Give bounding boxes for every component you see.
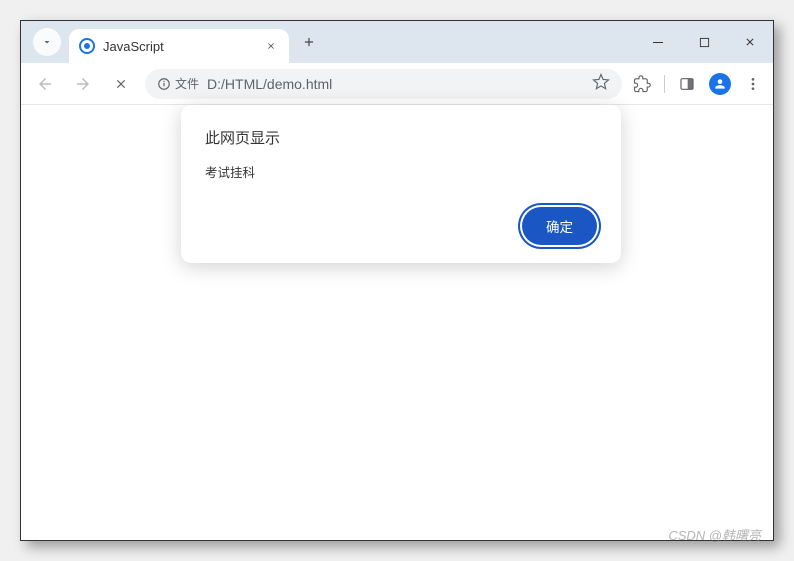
sidepanel-icon [679, 76, 695, 92]
minimize-button[interactable] [635, 21, 681, 63]
address-bar[interactable]: 文件 D:/HTML/demo.html [145, 69, 622, 99]
dots-vertical-icon [745, 76, 761, 92]
ok-button[interactable]: 确定 [522, 207, 597, 245]
sidepanel-button[interactable] [677, 74, 697, 94]
tab-title: JavaScript [103, 39, 255, 54]
back-button[interactable] [31, 70, 59, 98]
maximize-icon [699, 37, 710, 48]
info-icon [157, 77, 171, 91]
profile-button[interactable] [709, 73, 731, 95]
browser-window: JavaScript [20, 20, 774, 541]
new-tab-button[interactable] [295, 28, 323, 56]
forward-button[interactable] [69, 70, 97, 98]
close-icon [266, 41, 276, 51]
arrow-left-icon [36, 75, 54, 93]
bookmark-button[interactable] [592, 73, 610, 94]
menu-button[interactable] [743, 74, 763, 94]
stop-reload-button[interactable] [107, 70, 135, 98]
page-content: 此网页显示 考试挂科 确定 [21, 105, 773, 540]
star-icon [592, 73, 610, 91]
titlebar: JavaScript [21, 21, 773, 63]
tab-close-button[interactable] [263, 38, 279, 54]
alert-dialog: 此网页显示 考试挂科 确定 [181, 105, 621, 263]
browser-tab[interactable]: JavaScript [69, 29, 289, 63]
protocol-chip: 文件 [157, 75, 199, 92]
protocol-label: 文件 [175, 75, 199, 92]
close-window-button[interactable] [727, 21, 773, 63]
extensions-button[interactable] [632, 74, 652, 94]
dialog-message: 考试挂科 [205, 162, 597, 181]
maximize-button[interactable] [681, 21, 727, 63]
tab-search-button[interactable] [33, 28, 61, 56]
close-icon [114, 77, 128, 91]
close-icon [744, 36, 756, 48]
plus-icon [302, 35, 316, 49]
dialog-actions: 确定 [205, 207, 597, 245]
javascript-favicon-icon [79, 38, 95, 54]
arrow-right-icon [74, 75, 92, 93]
dialog-title: 此网页显示 [205, 127, 597, 148]
puzzle-icon [633, 75, 651, 93]
url-text: D:/HTML/demo.html [207, 76, 584, 92]
toolbar-right [632, 73, 763, 95]
window-controls [635, 21, 773, 63]
minimize-icon [652, 36, 664, 48]
divider [664, 75, 665, 93]
chevron-down-icon [41, 36, 53, 48]
toolbar: 文件 D:/HTML/demo.html [21, 63, 773, 105]
person-icon [713, 77, 727, 91]
